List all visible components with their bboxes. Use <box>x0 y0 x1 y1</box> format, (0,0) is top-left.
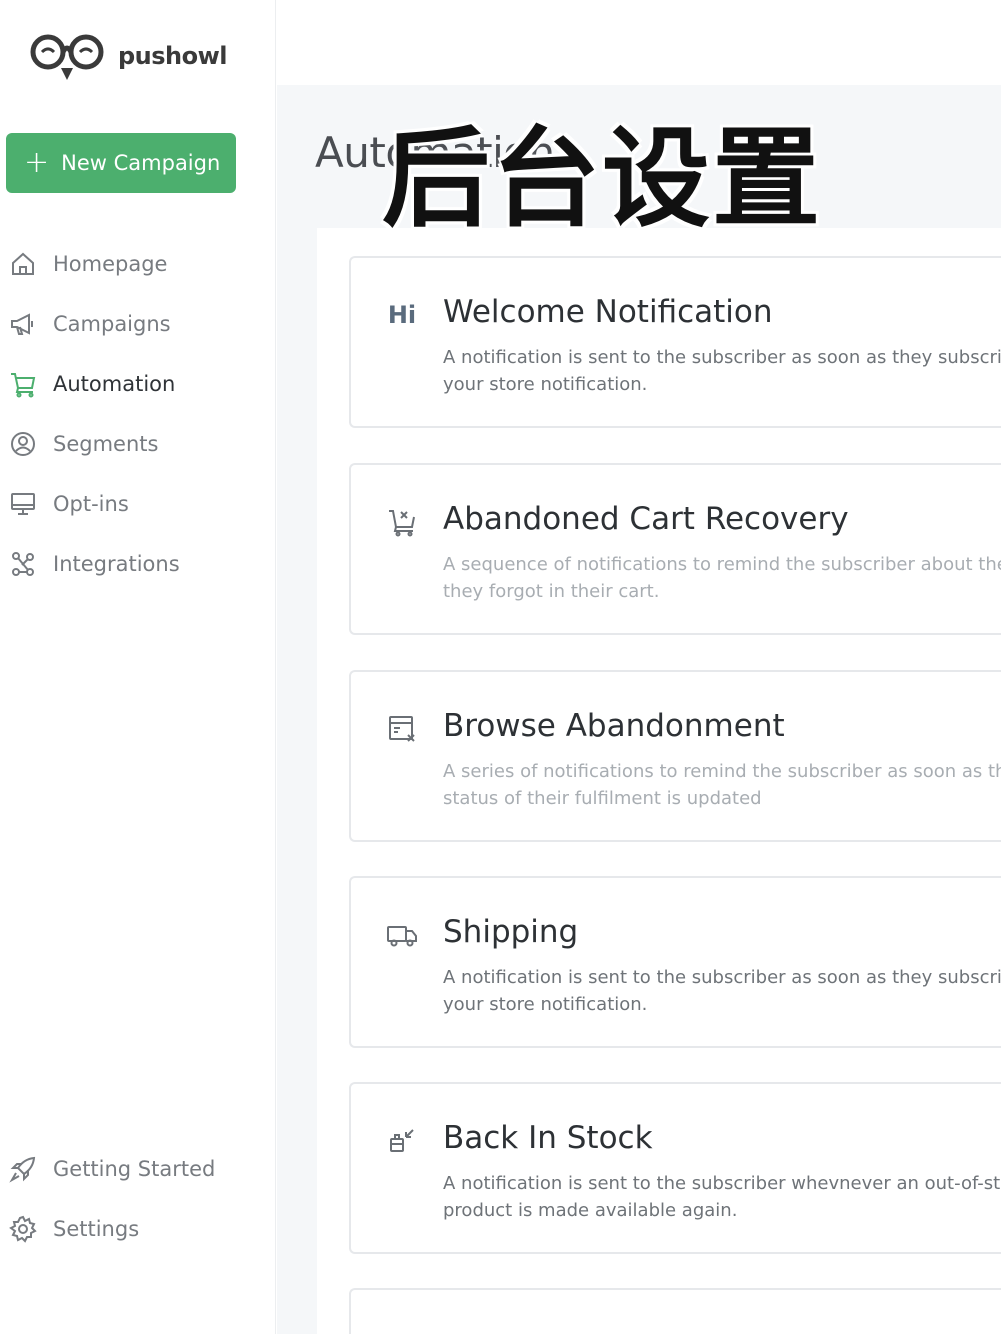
card-browse-abandonment[interactable]: Browse Abandonment A series of notificat… <box>349 670 1001 842</box>
card-shipping[interactable]: Shipping A notification is sent to the s… <box>349 876 1001 1048</box>
card-description-line: A sequence of notifications to remind th… <box>443 554 1001 575</box>
sidebar-item-getting-started[interactable]: Getting Started <box>0 1139 276 1199</box>
sidebar-item-automation[interactable]: Automation <box>0 354 276 414</box>
rocket-icon <box>8 1154 38 1184</box>
card-partial[interactable] <box>349 1288 1001 1334</box>
sidebar-item-label: Campaigns <box>53 312 171 336</box>
card-description: A notification is sent to the subscriber… <box>443 1170 1001 1224</box>
card-back-in-stock[interactable]: Back In Stock A notification is sent to … <box>349 1082 1001 1254</box>
brand[interactable]: pushowl <box>30 30 228 82</box>
card-description: A sequence of notifications to remind th… <box>443 551 1001 605</box>
sidebar-item-homepage[interactable]: Homepage <box>0 234 276 294</box>
sidebar-item-opt-ins[interactable]: Opt-ins <box>0 474 276 534</box>
truck-icon <box>385 918 419 952</box>
sidebar-item-settings[interactable]: Settings <box>0 1199 276 1259</box>
new-campaign-label: New Campaign <box>61 151 221 175</box>
card-title: Browse Abandonment <box>443 708 785 744</box>
card-description-line: product is made available again. <box>443 1200 738 1221</box>
browse-icon <box>385 712 419 746</box>
sidebar-item-integrations[interactable]: Integrations <box>0 534 276 594</box>
megaphone-icon <box>8 309 38 339</box>
sidebar-item-label: Segments <box>53 432 159 456</box>
card-description-line: your store notification. <box>443 994 648 1015</box>
card-title: Abandoned Cart Recovery <box>443 501 849 537</box>
new-campaign-button[interactable]: + New Campaign <box>6 133 236 193</box>
plus-icon: + <box>24 145 50 180</box>
sidebar-item-label: Integrations <box>53 552 180 576</box>
card-description-line: status of their fulfilment is updated <box>443 788 762 809</box>
card-description-line: A notification is sent to the subscriber… <box>443 347 1001 368</box>
sidebar-item-label: Settings <box>53 1217 140 1241</box>
card-description: A notification is sent to the subscriber… <box>443 964 1001 1018</box>
card-description-line: A notification is sent to the subscriber… <box>443 967 1001 988</box>
monitor-icon <box>8 489 38 519</box>
home-icon <box>8 249 38 279</box>
cart-remove-icon <box>385 505 419 539</box>
sidebar-item-campaigns[interactable]: Campaigns <box>0 294 276 354</box>
sidebar-item-label: Opt-ins <box>53 492 129 516</box>
cart-icon <box>8 369 38 399</box>
overlay-caption: 后台设置 <box>382 116 823 242</box>
sidebar-item-label: Getting Started <box>53 1157 216 1181</box>
card-abandoned-cart-recovery[interactable]: Abandoned Cart Recovery A sequence of no… <box>349 463 1001 635</box>
card-description-line: your store notification. <box>443 374 648 395</box>
card-description: A notification is sent to the subscriber… <box>443 344 1001 398</box>
card-title: Shipping <box>443 914 579 950</box>
hi-icon: Hi <box>387 301 417 329</box>
gear-icon <box>8 1214 38 1244</box>
top-bar <box>277 0 1001 85</box>
brand-name: pushowl <box>118 42 228 70</box>
sidebar-item-label: Homepage <box>53 252 168 276</box>
card-description-line: A series of notifications to remind the … <box>443 761 1001 782</box>
card-description-line: they forgot in their cart. <box>443 581 660 602</box>
restock-icon <box>385 1124 419 1158</box>
card-title: Welcome Notification <box>443 294 773 330</box>
card-welcome-notification[interactable]: Hi Welcome Notification A notification i… <box>349 256 1001 428</box>
user-circle-icon <box>8 429 38 459</box>
sidebar-item-segments[interactable]: Segments <box>0 414 276 474</box>
sidebar-item-label: Automation <box>53 372 176 396</box>
owl-logo-icon <box>30 34 104 80</box>
card-title: Back In Stock <box>443 1120 653 1156</box>
card-description-line: A notification is sent to the subscriber… <box>443 1173 1001 1194</box>
integrations-icon <box>8 549 38 579</box>
sidebar: pushowl + New Campaign Homepage Campaign… <box>0 0 276 1334</box>
card-description: A series of notifications to remind the … <box>443 758 1001 812</box>
sidebar-bottom-nav: Getting Started Settings <box>0 1139 276 1259</box>
sidebar-nav: Homepage Campaigns Automation Segments O… <box>0 234 276 594</box>
